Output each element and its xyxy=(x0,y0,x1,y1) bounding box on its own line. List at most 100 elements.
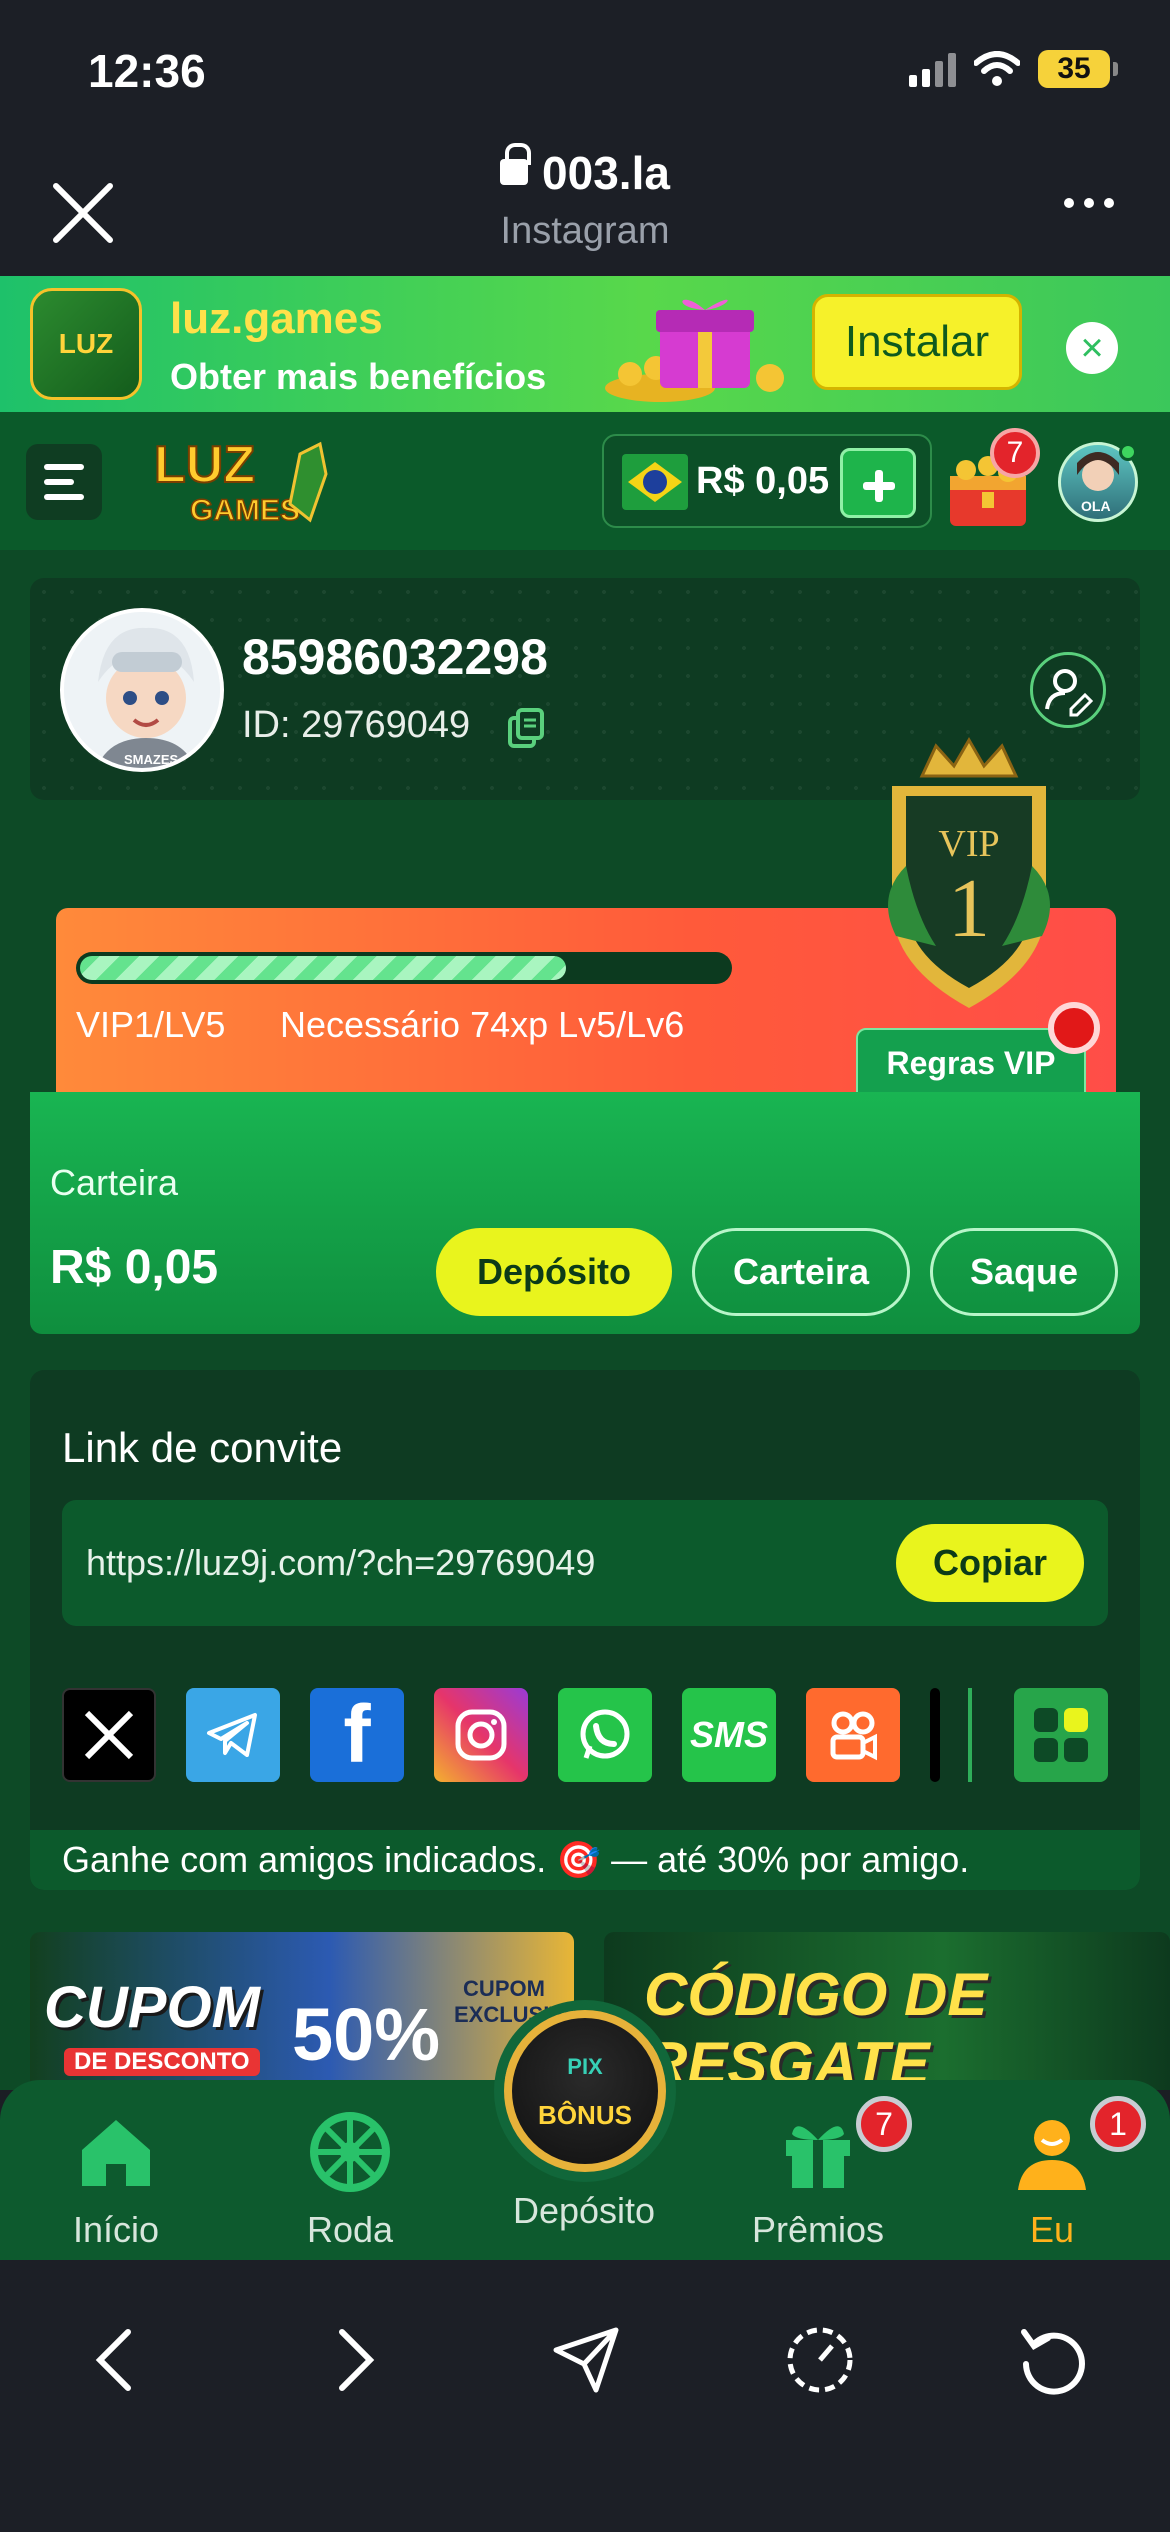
tab-deposit-label: Depósito xyxy=(512,2190,656,2231)
tab-wheel[interactable]: Roda xyxy=(250,2110,450,2251)
me-badge: 1 xyxy=(1090,2096,1146,2152)
tab-deposit[interactable]: Depósito xyxy=(484,2180,684,2232)
battery-icon: 35 xyxy=(1038,50,1118,88)
deposit-button[interactable]: Depósito xyxy=(436,1228,672,1316)
redeem-code-title: CÓDIGO DE RESGATE xyxy=(644,1961,988,2090)
share-row: f SMS xyxy=(62,1688,1108,1784)
install-banner: LUZ luz.games Obter mais benefícios Inst… xyxy=(0,276,1170,412)
invite-link-box: https://luz9j.com/?ch=29769049 Copiar xyxy=(62,1500,1108,1626)
header-balance: R$ 0,05 xyxy=(696,460,830,502)
tab-home[interactable]: Início xyxy=(16,2110,216,2251)
app-header: LUZ GAMES R$ 0,05 7 OLA xyxy=(0,412,1170,550)
tab-wheel-label: Roda xyxy=(306,2209,394,2250)
wifi-icon xyxy=(974,51,1020,86)
balance-pill[interactable]: R$ 0,05 xyxy=(602,434,932,528)
tab-me-label: Eu xyxy=(1029,2209,1075,2250)
avatar-caption: OLA xyxy=(1081,498,1111,514)
tab-prizes-label: Prêmios xyxy=(751,2209,885,2250)
avatar-shirt-text: SMAZES xyxy=(124,752,179,767)
status-time: 12:36 xyxy=(88,45,206,97)
forward-icon[interactable] xyxy=(312,2320,392,2400)
copy-link-button[interactable]: Copiar xyxy=(896,1524,1084,1602)
vip-shield-number: 1 xyxy=(948,862,990,955)
cellular-signal-icon xyxy=(909,51,956,87)
user-icon xyxy=(1018,2120,1086,2190)
edit-profile-button[interactable] xyxy=(1030,652,1106,728)
vip-progress-bar xyxy=(76,952,732,984)
wallet-amount: R$ 0,05 xyxy=(50,1241,219,1294)
close-banner-icon[interactable]: × xyxy=(1066,322,1118,374)
vip-shield-title: VIP xyxy=(938,823,999,865)
avatar-illustration: SMAZES xyxy=(64,612,220,768)
vip-level: VIP1/LV5 xyxy=(76,1004,226,1045)
coupon-subtitle: DE DESCONTO xyxy=(64,2048,260,2076)
kwai-share-icon[interactable] xyxy=(806,1688,900,1782)
status-icons: 35 xyxy=(909,50,1118,88)
profile-avatar[interactable]: SMAZES xyxy=(60,608,224,772)
wallet-label: Carteira xyxy=(50,1162,179,1203)
install-title: luz.games xyxy=(170,294,383,343)
profile-page: SMAZES 85986032298 ID: 29769049 VIP1/LV5… xyxy=(0,550,1170,2090)
coupon-exclusive: CUPOM EXCLUSIVO xyxy=(454,1976,574,2027)
more-share-icon[interactable] xyxy=(930,1688,940,1782)
install-subtitle: Obter mais benefícios xyxy=(170,356,547,397)
invite-title: Link de convite xyxy=(62,1424,343,1471)
profile-username: 85986032298 xyxy=(242,629,548,685)
sms-share-icon[interactable]: SMS xyxy=(682,1688,776,1782)
tab-home-label: Início xyxy=(72,2209,160,2250)
app-logo: LUZ xyxy=(30,288,142,400)
bonus-label: BÔNUS xyxy=(538,2100,632,2130)
add-funds-button[interactable] xyxy=(840,448,916,518)
user-edit-icon xyxy=(1045,669,1094,717)
logo-subtext: GAMES xyxy=(190,494,300,527)
address-bar[interactable]: 003.la xyxy=(0,143,1170,200)
invite-card: Link de convite https://luz9j.com/?ch=29… xyxy=(30,1370,1140,1890)
pix-bonus-button[interactable]: PIX BÔNUS xyxy=(504,2010,666,2172)
back-icon[interactable] xyxy=(78,2320,158,2400)
browser-source: Instagram xyxy=(500,210,670,252)
telegram-share-icon[interactable] xyxy=(186,1688,280,1782)
home-icon xyxy=(82,2120,150,2186)
instagram-share-icon[interactable] xyxy=(434,1688,528,1782)
coupon-percent: 50% xyxy=(292,1993,441,2076)
more-icon[interactable] xyxy=(1064,198,1114,208)
status-bar: 12:36 35 xyxy=(0,0,1170,130)
lock-icon xyxy=(500,143,532,185)
url-text: 003.la xyxy=(542,147,670,199)
logo-text: LUZ xyxy=(154,436,255,494)
wallet-button[interactable]: Carteira xyxy=(692,1228,910,1316)
more-apps-icon[interactable] xyxy=(1014,1688,1108,1782)
vip-progress-fill xyxy=(80,956,566,980)
browser-bar: 003.la Instagram xyxy=(0,130,1170,276)
notification-dot xyxy=(1048,1002,1100,1054)
vip-shield-icon: VIP 1 xyxy=(888,736,1050,1008)
gift-coins-icon xyxy=(605,299,784,402)
gift-icon xyxy=(786,2126,850,2188)
online-indicator xyxy=(1119,443,1137,461)
browser-toolbar xyxy=(0,2260,1170,2532)
x-share-icon[interactable] xyxy=(62,1688,156,1782)
reload-icon[interactable] xyxy=(1012,2320,1092,2400)
install-button[interactable]: Instalar xyxy=(812,294,1022,390)
share-icon[interactable] xyxy=(546,2320,626,2400)
redeem-code-banner[interactable]: CÓDIGO DE RESGATE xyxy=(604,1932,1170,2090)
profile-id: ID: 29769049 xyxy=(242,704,471,746)
history-icon[interactable] xyxy=(780,2320,860,2400)
pix-label: PIX xyxy=(567,2054,603,2079)
invite-footer: Ganhe com amigos indicados. 🎯 — até 30% … xyxy=(30,1830,1140,1890)
brazil-flag-icon xyxy=(622,454,688,510)
luz-games-logo[interactable]: LUZ GAMES xyxy=(150,434,340,530)
withdraw-button[interactable]: Saque xyxy=(930,1228,1118,1316)
coupon-title: CUPOM xyxy=(44,1975,260,2040)
vip-needed-xp: Necessário 74xp Lv5/Lv6 xyxy=(280,1004,685,1045)
share-divider xyxy=(968,1688,972,1782)
facebook-share-icon[interactable]: f xyxy=(310,1688,404,1782)
coupon-banner[interactable]: CUPOM DE DESCONTO 50% CUPOM EXCLUSIVO xyxy=(30,1932,574,2090)
header-avatar[interactable]: OLA xyxy=(1058,442,1138,522)
whatsapp-share-icon[interactable] xyxy=(558,1688,652,1782)
copy-id-icon[interactable] xyxy=(506,708,546,748)
invite-url: https://luz9j.com/?ch=29769049 xyxy=(86,1542,596,1583)
menu-button[interactable] xyxy=(26,444,102,520)
wallet-card: Carteira R$ 0,05 Depósito Carteira Saque xyxy=(30,1092,1140,1334)
chest-badge: 7 xyxy=(990,428,1040,478)
